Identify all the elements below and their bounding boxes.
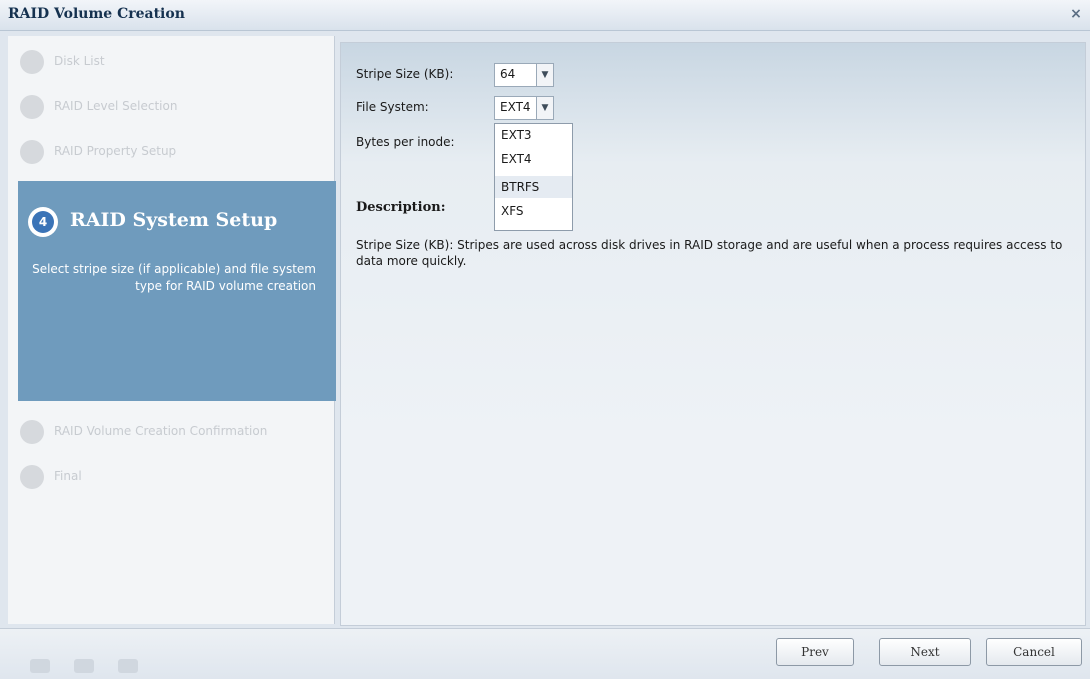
file-system-option-ext3[interactable]: EXT3 xyxy=(495,124,572,146)
prev-button[interactable]: Prev xyxy=(776,638,854,666)
step-label: Final xyxy=(54,469,82,483)
dialog-title: RAID Volume Creation xyxy=(8,6,185,22)
stripe-size-label: Stripe Size (KB): xyxy=(356,67,454,81)
step-circle-icon xyxy=(20,50,44,74)
option-label: XFS xyxy=(501,204,524,218)
step-label: RAID Volume Creation Confirmation xyxy=(54,424,268,438)
option-label: EXT3 xyxy=(501,128,532,142)
step-raid-system-setup-active: 4 RAID System Setup Select stripe size (… xyxy=(18,181,336,401)
step-number-badge: 4 xyxy=(32,211,54,233)
raid-volume-creation-dialog: RAID Volume Creation × Disk List RAID Le… xyxy=(0,0,1090,679)
blurred-icon xyxy=(118,659,138,673)
chevron-down-icon[interactable]: ▼ xyxy=(536,97,553,119)
bytes-per-inode-label: Bytes per inode: xyxy=(356,135,455,149)
next-button[interactable]: Next xyxy=(879,638,971,666)
file-system-dropdown-list: EXT3 EXT4 BTRFS XFS xyxy=(494,123,573,231)
step-circle-icon xyxy=(20,140,44,164)
close-icon[interactable]: × xyxy=(1068,6,1084,22)
chevron-down-icon[interactable]: ▼ xyxy=(536,64,553,86)
stripe-size-value: 64 xyxy=(500,67,516,81)
file-system-select[interactable]: EXT4 ▼ xyxy=(494,96,554,120)
step-circle-icon xyxy=(20,95,44,119)
raid-system-setup-panel: Stripe Size (KB): 64 ▼ File System: EXT4… xyxy=(340,42,1086,626)
blurred-icon xyxy=(30,659,50,673)
stripe-size-select[interactable]: 64 ▼ xyxy=(494,63,554,87)
step-circle-icon xyxy=(20,420,44,444)
description-heading: Description: xyxy=(356,200,446,215)
step-label: Disk List xyxy=(54,54,105,68)
active-step-title: RAID System Setup xyxy=(70,209,278,231)
file-system-option-xfs[interactable]: XFS xyxy=(495,200,572,222)
file-system-label: File System: xyxy=(356,100,429,114)
cancel-button[interactable]: Cancel xyxy=(986,638,1082,666)
file-system-option-btrfs[interactable]: BTRFS xyxy=(495,176,572,198)
dialog-footer: Prev Next Cancel xyxy=(0,628,1090,679)
option-label: BTRFS xyxy=(501,180,540,194)
title-bar: RAID Volume Creation × xyxy=(0,0,1090,31)
file-system-value: EXT4 xyxy=(500,100,531,114)
step-label: RAID Property Setup xyxy=(54,144,177,158)
option-label: EXT4 xyxy=(501,152,532,166)
active-step-description: Select stripe size (if applicable) and f… xyxy=(32,262,316,293)
step-label: RAID Level Selection xyxy=(54,99,178,113)
step-circle-icon: 4 xyxy=(28,207,58,237)
blurred-icon xyxy=(74,659,94,673)
file-system-option-ext4[interactable]: EXT4 xyxy=(495,148,572,170)
description-text: Stripe Size (KB): Stripes are used acros… xyxy=(356,238,1063,268)
step-circle-icon xyxy=(20,465,44,489)
wizard-steps-sidebar: Disk List RAID Level Selection RAID Prop… xyxy=(8,36,336,624)
